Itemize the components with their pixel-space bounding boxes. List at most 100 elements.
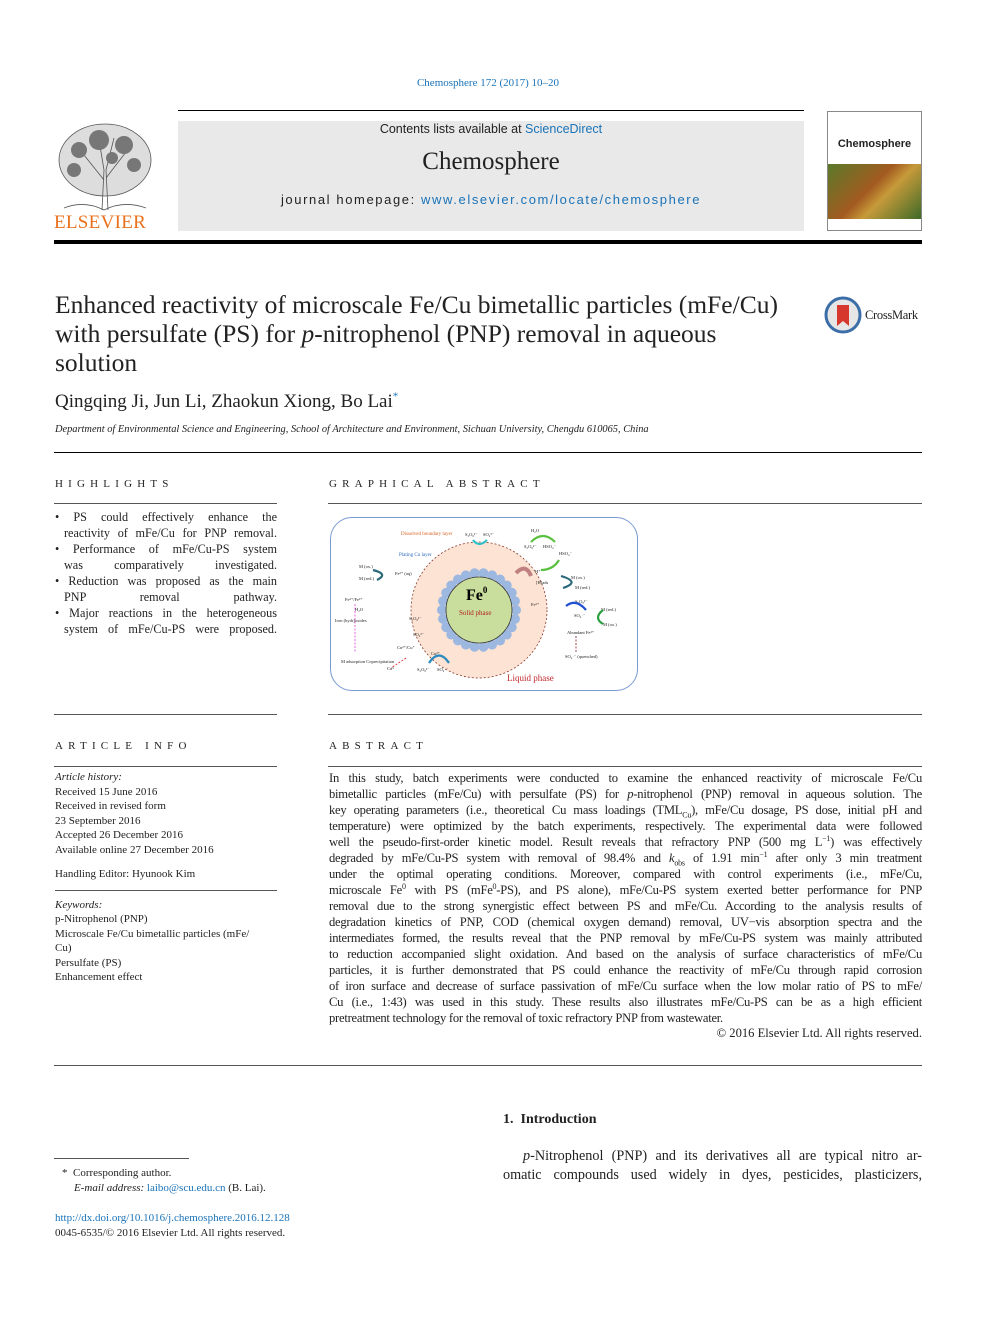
homepage-link[interactable]: www.elsevier.com/locate/chemosphere: [421, 192, 701, 207]
title-line: -nitrophenol (PNP) removal in aqueous: [314, 319, 717, 348]
abstract-text: ) was effectively: [830, 835, 923, 849]
email-link[interactable]: laibo@scu.edu.cn: [147, 1182, 226, 1194]
abstract-text: temperature) were optimized by the batch…: [329, 819, 922, 833]
abstract-line: In this study, batch experiments were co…: [329, 770, 922, 786]
article-info-heading: ARTICLE INFO: [55, 740, 192, 752]
keyword[interactable]: Cu): [55, 941, 277, 956]
ga-label: SO₄·⁻ (quenched): [565, 654, 598, 659]
keyword[interactable]: p-Nitrophenol (PNP): [55, 912, 277, 927]
ga-label: H⁺: [535, 569, 541, 574]
corresponding-mark[interactable]: *: [393, 391, 399, 403]
reaction-arrow: [560, 574, 573, 590]
abstract-heading: ABSTRACT: [329, 740, 429, 752]
doi-link[interactable]: http://dx.doi.org/10.1016/j.chemosphere.…: [55, 1211, 290, 1226]
ga-label: HSO₄⁻: [559, 551, 573, 556]
history-label: Article history:: [55, 771, 122, 783]
title-italic: p: [301, 319, 315, 348]
abstract-text: with PS (mFe: [405, 883, 493, 897]
ga-label: Iron (hydr)oxides: [335, 618, 367, 623]
keyword[interactable]: Enhancement effect: [55, 970, 277, 985]
cover-title: Chemosphere: [837, 138, 912, 150]
homepage-label: journal homepage:: [280, 192, 422, 207]
abstract-line: intermediates formed, the results reveal…: [329, 930, 922, 946]
ga-label: Fe²⁺/Fe³⁺: [345, 597, 363, 602]
abstract-text: ), mFe/Cu dosage, PS dose, initial pH an…: [691, 803, 922, 817]
crossmark-button[interactable]: CrossMark: [824, 296, 918, 334]
liquid-phase-label: Liquid phase: [507, 673, 554, 683]
abstract-text: degradation kinetics of PNP, COD (chemic…: [329, 915, 922, 929]
abstract-text: after only 3 min treatment: [767, 851, 923, 865]
section-number: 1.: [503, 1112, 514, 1127]
boundary-layer-label: Dissolved boundary layer: [401, 532, 453, 537]
ga-label: M (red.): [359, 576, 374, 581]
ga-label: SO₄·⁻: [437, 667, 449, 672]
abstract-line: degradation kinetics of PNP, COD (chemic…: [329, 914, 922, 930]
abstract-text: to reduction accompanied slight oxidatio…: [329, 947, 922, 961]
highlight-line: • Major reactions in the heterogeneous: [55, 606, 277, 620]
handling-editor: Handling Editor: Hyunook Kim: [55, 868, 196, 880]
footnote: * Corresponding author. E-mail address: …: [62, 1166, 266, 1195]
title-line: solution: [55, 348, 138, 377]
abstract-text: particles, it is further demonstrated th…: [329, 963, 922, 977]
ga-label: M (red.): [601, 607, 616, 612]
ga-label: SO₄²⁻: [413, 632, 425, 637]
abstract-line: under the optimal operating conditions. …: [329, 866, 922, 882]
keywords-label: Keywords:: [55, 898, 103, 911]
abstract-line: of iron surface and decrease of surface …: [329, 978, 922, 994]
cu-particle: [511, 605, 521, 615]
ga-label: S₂O₈²⁻: [417, 667, 430, 672]
abstract-line: to reduction accompanied slight oxidatio…: [329, 946, 922, 962]
reaction-arrow: [540, 559, 560, 572]
history-item: Received in revised form: [55, 800, 166, 812]
reaction-arrow: [372, 568, 384, 581]
affiliation: Department of Environmental Science and …: [55, 424, 649, 435]
ga-label: S₂O₈²⁻: [465, 532, 478, 537]
ga-label: M (red.): [575, 585, 590, 590]
intro-text: p-Nitrophenol (PNP) and its derivatives …: [503, 1147, 922, 1185]
reaction-arrow: [530, 534, 556, 543]
title-line: with persulfate (PS) for: [55, 319, 302, 348]
intro-heading: 1. Introduction: [503, 1112, 596, 1128]
highlights-list: • PS could effectively enhance the reacti…: [55, 509, 277, 637]
abstract-text: −1: [822, 833, 831, 843]
history-item: Received 15 June 2016: [55, 785, 158, 798]
intro-line: omatic compounds used widely in dyes, pe…: [503, 1167, 922, 1183]
abstract-body: In this study, batch experiments were co…: [329, 770, 922, 1026]
title-line: Enhanced reactivity of microscale Fe/Cu …: [55, 290, 778, 319]
journal-cover: Chemosphere: [827, 111, 922, 231]
abstract-line: Cu (i.e., 1:43) was used in this study. …: [329, 994, 922, 1010]
journal-citation[interactable]: Chemosphere 172 (2017) 10–20: [0, 77, 976, 89]
ga-label: M adsorption Coprecipitation: [341, 659, 395, 664]
abstract-line: key operating parameters (i.e., theoreti…: [329, 802, 922, 819]
article-history: Received 15 June 2016 Received in revised…: [55, 785, 277, 858]
ga-label: SO₄·⁻: [574, 613, 586, 618]
ga-label: Fe³⁺: [531, 602, 540, 607]
abstract-text: In this study, batch experiments were co…: [329, 771, 922, 785]
highlight-line: reactivity of mFe/Cu for PNP removal.: [64, 526, 277, 540]
abstract-text: Cu (i.e., 1:43) was used in this study. …: [329, 995, 922, 1009]
abstract-line: particles, it is further demonstrated th…: [329, 962, 922, 978]
highlight-line: • Reduction was proposed as the main: [55, 574, 277, 588]
history-item: Available online 27 December 2016: [55, 843, 214, 856]
keyword[interactable]: Persulfate (PS): [55, 956, 277, 971]
ga-label: SO₄²⁻: [483, 532, 495, 537]
keywords-list: p-Nitrophenol (PNP) Microscale Fe/Cu bime…: [55, 912, 277, 985]
ga-label: Abundant Fe²⁺: [567, 630, 595, 635]
journal-name: Chemosphere: [422, 148, 560, 175]
plating-layer-label: Plating Cu layer: [399, 553, 432, 558]
crossmark-label: CrossMark: [865, 307, 918, 322]
sciencedirect-link[interactable]: ScienceDirect: [525, 122, 602, 136]
contents-text: Contents lists available at: [379, 122, 526, 136]
abstract-text: key operating parameters (i.e., theoreti…: [329, 803, 683, 817]
ga-label: M (ox.): [359, 564, 373, 569]
keyword[interactable]: Microscale Fe/Cu bimetallic particles (m…: [55, 927, 277, 942]
ga-label: M (ox.): [603, 622, 617, 627]
elsevier-tree-logo: [54, 120, 156, 215]
ga-label: M (ox.): [571, 575, 585, 580]
ga-label: [H]ads: [536, 580, 548, 585]
article-title: Enhanced reactivity of microscale Fe/Cu …: [55, 290, 778, 377]
highlight-line: system of mFe/Cu-PS were proposed.: [64, 622, 277, 636]
highlights-heading: HIGHLIGHTS: [55, 478, 174, 490]
graphical-abstract-figure: Fe0 Solid phase Dissolved boundary layer…: [330, 517, 638, 691]
cu-particle: [437, 605, 447, 615]
